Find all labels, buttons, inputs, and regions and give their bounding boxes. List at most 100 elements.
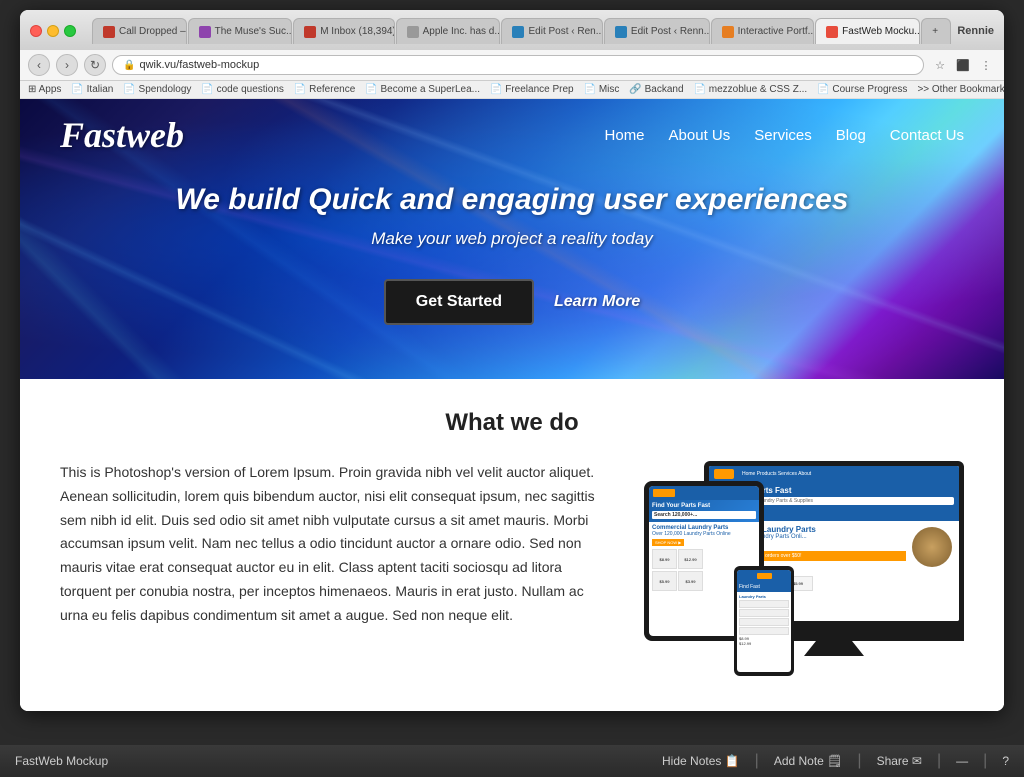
tab-5-icon (512, 26, 524, 38)
lock-icon: 🔒 (123, 60, 135, 71)
mock-logo (714, 469, 734, 479)
mock-product-image (912, 527, 952, 567)
tab-7[interactable]: Interactive Portf... ✕ (711, 18, 815, 44)
tab-4-icon (407, 26, 419, 38)
mock-tablet-header (649, 486, 759, 500)
back-button[interactable]: ‹ (28, 54, 50, 76)
site-logo: Fastweb (60, 114, 184, 156)
mock-phone-title: Laundry Parts (739, 594, 789, 599)
bookmark-spendology[interactable]: 📄 Spendology (123, 84, 191, 95)
mock-phone-content: Find Fast Laundry Parts $8.99 $12.99 (737, 582, 791, 648)
bookmark-freelance[interactable]: 📄 Freelance Prep (490, 84, 574, 95)
share-button[interactable]: Share ✉ (877, 754, 922, 768)
phone: Find Fast Laundry Parts $8.99 $12.99 (734, 566, 794, 676)
main-content: What we do This is Photoshop's version o… (20, 379, 1004, 711)
mock-tablet-logo (653, 489, 675, 497)
nav-services[interactable]: Services (754, 127, 812, 144)
mock-phone-item-3 (739, 618, 789, 626)
mock-phone-item-2 (739, 609, 789, 617)
get-started-button[interactable]: Get Started (384, 279, 534, 325)
hero-section: Fastweb Home About Us Services Blog Cont… (20, 99, 1004, 379)
content-text: This is Photoshop's version of Lorem Ips… (60, 461, 614, 628)
mock-phone-item-1 (739, 600, 789, 608)
bookmark-code[interactable]: 📄 code questions (201, 84, 284, 95)
mock-tablet-item-1: $8.99 (652, 549, 677, 569)
mock-phone-price-2: $12.99 (739, 641, 789, 646)
divider-3: | (937, 752, 941, 770)
tab-6[interactable]: Edit Post ‹ Renn... ✕ (604, 18, 710, 44)
divider-2: | (857, 752, 861, 770)
forward-button[interactable]: › (56, 54, 78, 76)
site-nav: Fastweb Home About Us Services Blog Cont… (20, 99, 1004, 171)
bookmark-apps[interactable]: ⊞ Apps (28, 84, 61, 95)
close-button[interactable] (30, 25, 42, 37)
divider-1: | (755, 752, 759, 770)
tab-7-label: Interactive Portf... (738, 26, 815, 37)
tab-2-label: The Muse's Suc... (215, 26, 293, 37)
hero-subtext: Make your web project a reality today (176, 229, 849, 249)
nav-about[interactable]: About Us (669, 127, 731, 144)
divider-4: | (983, 752, 987, 770)
tab-6-icon (615, 26, 627, 38)
mock-tablet-search: Search 120,000+... (652, 511, 756, 519)
address-bar[interactable]: 🔒 qwik.vu/fastweb-mockup (112, 55, 924, 75)
device-mockup: Home Products Services About Find Your P… (644, 461, 964, 681)
bookmark-star-icon[interactable]: ☆ (930, 55, 950, 75)
nav-blog[interactable]: Blog (836, 127, 866, 144)
traffic-lights (30, 25, 76, 37)
tab-3-label: M Inbox (18,394) (320, 26, 394, 37)
bookmark-course[interactable]: 📄 Course Progress (817, 84, 907, 95)
tab-8-icon (826, 26, 838, 38)
tab-2-icon (199, 26, 211, 38)
mock-phone-header (737, 570, 791, 582)
tab-4[interactable]: Apple Inc. has d... ✕ (396, 18, 501, 44)
new-tab[interactable]: + (921, 18, 951, 44)
menu-icon[interactable]: ⋮ (976, 55, 996, 75)
bookmark-superlea[interactable]: 📄 Become a SuperLea... (365, 84, 480, 95)
refresh-button[interactable]: ↻ (84, 54, 106, 76)
mock-nav: Home Products Services About (742, 471, 811, 477)
tab-5[interactable]: Edit Post ‹ Ren... ✕ (501, 18, 602, 44)
tab-3-icon (304, 26, 316, 38)
tab-8-label: FastWeb Mocku... (842, 26, 920, 37)
address-text: qwik.vu/fastweb-mockup (139, 59, 259, 71)
nav-contact[interactable]: Contact Us (890, 127, 964, 144)
bottom-bar-actions: Hide Notes 📋 | Add Note 🗒 | Share ✉ | — … (662, 752, 1009, 770)
learn-more-link[interactable]: Learn More (554, 293, 640, 311)
bookmark-misc[interactable]: 📄 Misc (584, 84, 620, 95)
cast-icon[interactable]: ⬛ (953, 55, 973, 75)
mock-tablet-sub: Over 120,000 Laundry Parts Online (652, 531, 756, 537)
browser-user-label: Rennie (957, 25, 994, 37)
bookmark-backand[interactable]: 🔗 Backand (629, 84, 683, 95)
hide-notes-button[interactable]: Hide Notes 📋 (662, 754, 740, 768)
bookmark-italian[interactable]: 📄 Italian (71, 84, 113, 95)
device-mockup-container: Home Products Services About Find Your P… (644, 461, 964, 681)
tabs-row: Call Dropped – ✕ The Muse's Suc... ✕ M I… (92, 18, 951, 44)
tab-1[interactable]: Call Dropped – ✕ (92, 18, 187, 44)
website-content: Fastweb Home About Us Services Blog Cont… (20, 99, 1004, 711)
hero-headline: We build Quick and engaging user experie… (176, 183, 849, 217)
bookmark-mezzoblue[interactable]: 📄 mezzoblue & CSS Z... (694, 84, 808, 95)
mock-tablet-shop: SHOP NOW ▶ (652, 539, 684, 546)
tab-4-label: Apple Inc. has d... (423, 26, 501, 37)
add-note-button[interactable]: Add Note 🗒 (774, 754, 843, 768)
browser-titlebar: Call Dropped – ✕ The Muse's Suc... ✕ M I… (20, 10, 1004, 50)
nav-home[interactable]: Home (605, 127, 645, 144)
help-button[interactable]: ? (1002, 754, 1009, 768)
tab-2[interactable]: The Muse's Suc... ✕ (188, 18, 293, 44)
tab-8[interactable]: FastWeb Mocku... ✕ (815, 18, 920, 44)
dash-button[interactable]: — (956, 754, 968, 768)
maximize-button[interactable] (64, 25, 76, 37)
bookmark-other[interactable]: >> Other Bookmarks (917, 84, 1004, 95)
mock-header: Home Products Services About (709, 466, 959, 482)
mock-phone-item-4 (739, 627, 789, 635)
minimize-button[interactable] (47, 25, 59, 37)
mock-phone-hero: Find Fast (737, 582, 791, 592)
tab-7-icon (722, 26, 734, 38)
tab-3[interactable]: M Inbox (18,394) ✕ (293, 18, 394, 44)
tab-1-icon (103, 26, 115, 38)
mock-tablet-find: Find Your Parts Fast (652, 503, 756, 509)
nav-bar: ‹ › ↻ 🔒 qwik.vu/fastweb-mockup ☆ ⬛ ⋮ (20, 50, 1004, 81)
bookmarks-bar: ⊞ Apps 📄 Italian 📄 Spendology 📄 code que… (20, 81, 1004, 99)
bookmark-reference[interactable]: 📄 Reference (294, 84, 355, 95)
